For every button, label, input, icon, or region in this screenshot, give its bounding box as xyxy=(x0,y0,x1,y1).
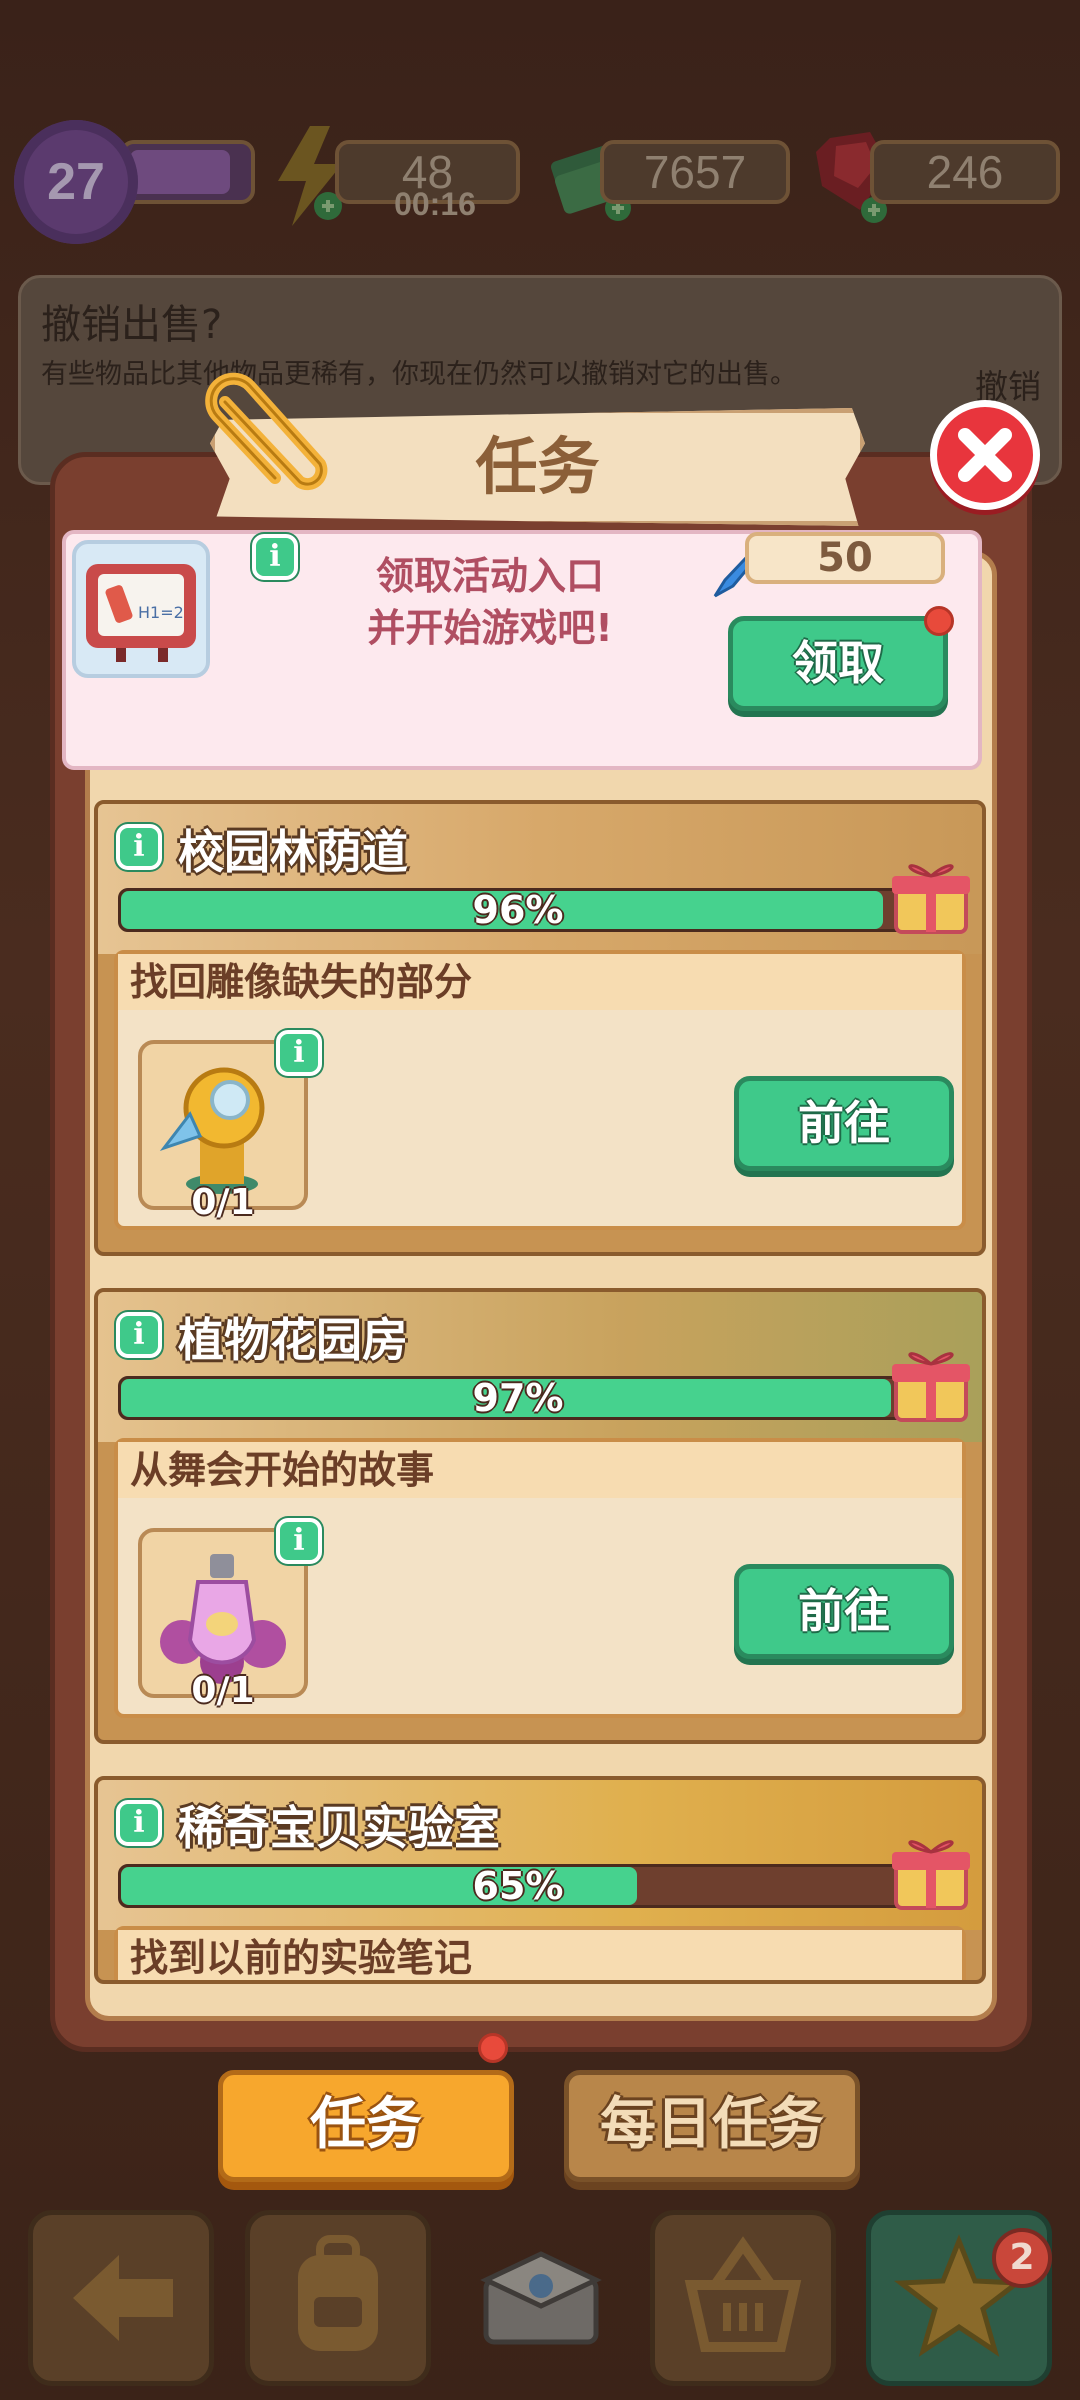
paperclip-icon xyxy=(205,372,328,491)
task-box: 找到以前的实验笔记 xyxy=(114,1926,966,1980)
area-name: 稀奇宝贝实验室 xyxy=(178,1801,500,1855)
notice-title: 撤销出售? xyxy=(41,302,223,348)
area-card-campus-boulevard: i 校园林荫道 96% 找回雕像缺失的部分 i 0/1 前往 xyxy=(94,800,986,1256)
progress-label: 97% xyxy=(472,1376,564,1420)
backpack-icon xyxy=(298,2235,378,2351)
area-progress-bar: 97% xyxy=(118,1376,918,1420)
gift-box-icon[interactable] xyxy=(888,852,974,938)
info-icon[interactable]: i xyxy=(116,824,162,870)
backpack-button[interactable] xyxy=(245,2210,431,2386)
task-title: 找回雕像缺失的部分 xyxy=(118,954,962,1010)
info-icon[interactable]: i xyxy=(276,1518,322,1564)
basket-icon xyxy=(684,2236,802,2352)
back-arrow-icon xyxy=(73,2255,173,2341)
event-entry-text: 领取活动入口 并开始游戏吧! xyxy=(367,554,613,650)
back-button[interactable] xyxy=(28,2210,214,2386)
task-box: 找回雕像缺失的部分 i 0/1 前往 xyxy=(114,950,966,1230)
notice-subtitle: 有些物品比其他物品更稀有，你现在仍然可以撤销对它的出售。 xyxy=(41,359,797,390)
cash-counter[interactable]: 7657 xyxy=(600,140,790,204)
tv-event-icon: H1=2 xyxy=(72,540,210,678)
notification-badge: 2 xyxy=(992,2228,1052,2288)
gem-counter[interactable]: 246 xyxy=(870,140,1060,204)
claim-button[interactable]: 领取 xyxy=(728,616,948,711)
area-card-curiosity-lab: i 稀奇宝贝实验室 65% 找到以前的实验笔记 xyxy=(94,1776,986,1984)
item-count: 0/1 xyxy=(191,1670,255,1711)
energy-timer: 00:16 xyxy=(394,186,476,222)
tab-daily-tasks[interactable]: 每日任务 xyxy=(564,2070,860,2182)
top-hud: 27 48 00:16 7657 246 xyxy=(0,120,1080,244)
close-button[interactable] xyxy=(930,400,1040,510)
info-icon[interactable]: i xyxy=(252,534,298,580)
area-progress-bar: 65% xyxy=(118,1864,918,1908)
info-icon[interactable]: i xyxy=(116,1312,162,1358)
level-progress-bar xyxy=(120,140,255,204)
info-icon[interactable]: i xyxy=(276,1030,322,1076)
progress-label: 65% xyxy=(472,1864,564,1908)
task-title: 从舞会开始的故事 xyxy=(118,1442,962,1498)
go-button[interactable]: 前往 xyxy=(734,1076,954,1171)
claim-notification-dot xyxy=(924,606,954,636)
item-count: 0/1 xyxy=(191,1182,255,1223)
tab-tasks[interactable]: 任务 xyxy=(218,2070,514,2182)
gift-box-icon[interactable] xyxy=(888,1828,974,1914)
level-badge[interactable]: 27 xyxy=(14,120,138,244)
area-progress-bar: 96% xyxy=(118,888,918,932)
area-card-plant-greenhouse: i 植物花园房 97% 从舞会开始的故事 i 0/1 前往 xyxy=(94,1288,986,1744)
task-box: 从舞会开始的故事 i 0/1 前往 xyxy=(114,1438,966,1718)
progress-label: 96% xyxy=(472,888,564,932)
gift-box-icon[interactable] xyxy=(888,1340,974,1426)
svg-text:H1=2: H1=2 xyxy=(138,603,184,622)
info-icon[interactable]: i xyxy=(116,1800,162,1846)
shop-button[interactable] xyxy=(650,2210,836,2386)
area-name: 校园林荫道 xyxy=(178,825,408,879)
close-icon xyxy=(958,428,1012,482)
go-button[interactable]: 前往 xyxy=(734,1564,954,1659)
task-title: 找到以前的实验笔记 xyxy=(118,1930,962,1980)
event-reward-amount: 50 xyxy=(745,532,945,584)
treasure-box-icon[interactable] xyxy=(468,2236,614,2356)
tasks-tab-notification-dot xyxy=(478,2033,508,2063)
area-name: 植物花园房 xyxy=(178,1313,408,1367)
